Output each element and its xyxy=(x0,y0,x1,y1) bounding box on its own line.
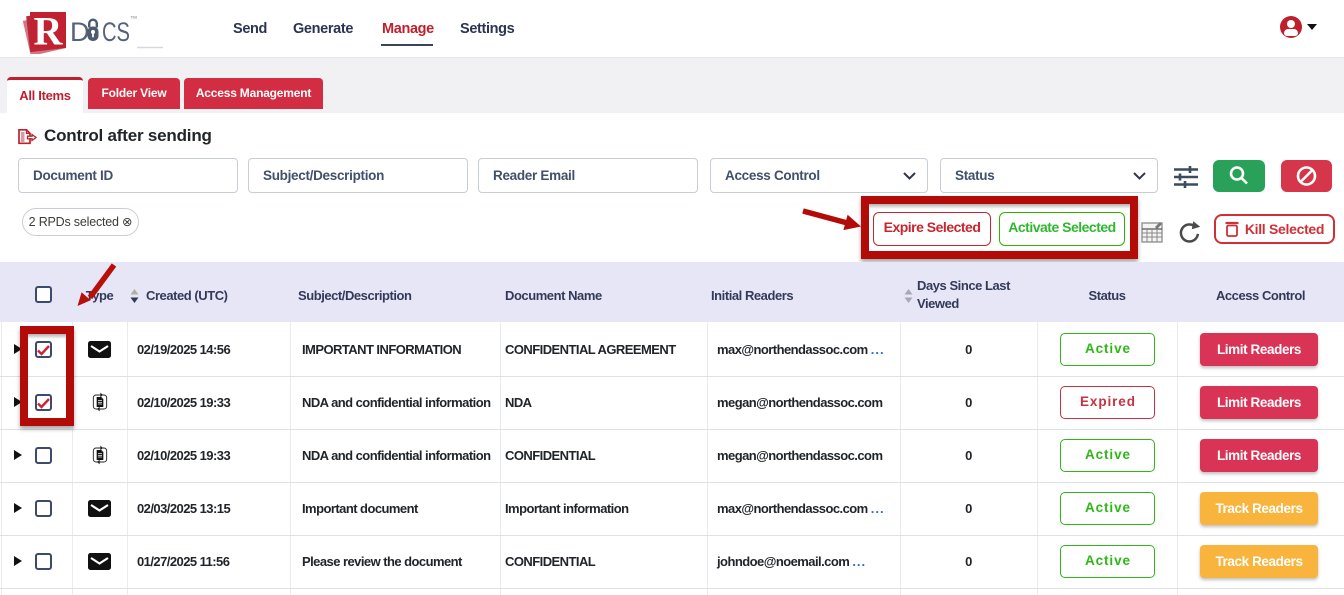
svg-text:D: D xyxy=(70,17,90,47)
svg-text:™: ™ xyxy=(130,14,138,23)
svg-text:R: R xyxy=(34,9,64,54)
svg-text:CS: CS xyxy=(102,17,130,47)
